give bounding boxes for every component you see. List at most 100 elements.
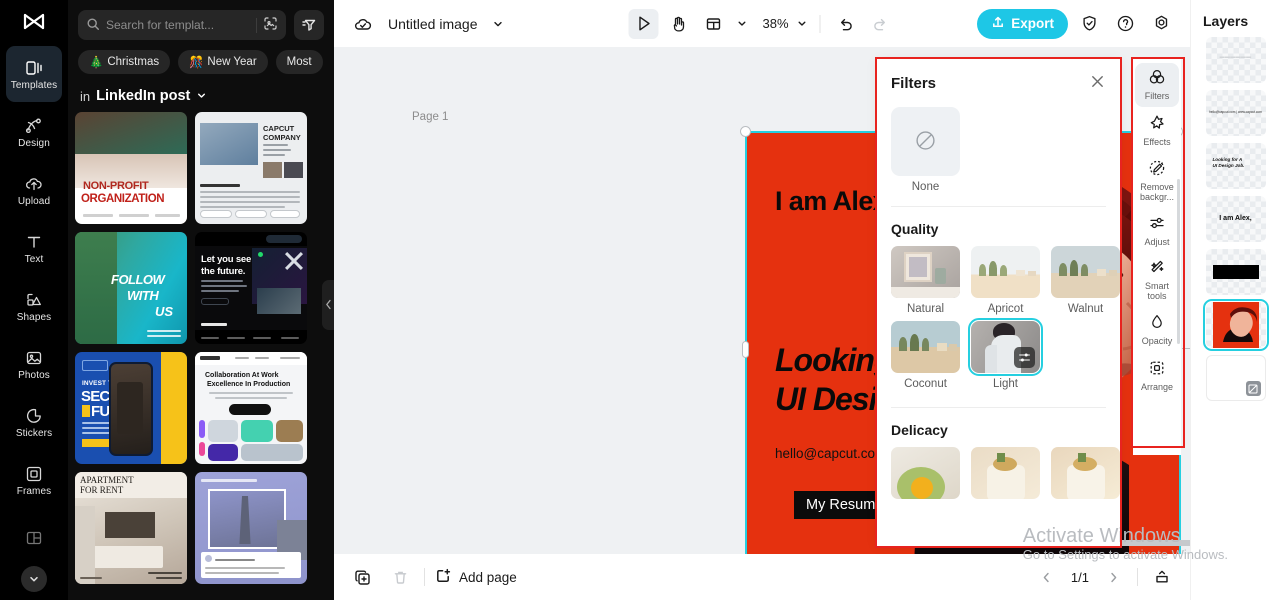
duplicate-page-icon[interactable] <box>348 563 376 591</box>
chevron-down-icon[interactable] <box>733 9 749 39</box>
sidebar-item-photos[interactable]: Photos <box>6 336 62 392</box>
template-card[interactable]: INVEST TODAY! SECURE FUTURE <box>75 352 187 464</box>
close-icon[interactable] <box>1089 73 1106 93</box>
filter-thumb <box>891 321 960 373</box>
tool-filters[interactable]: Filters <box>1135 63 1179 107</box>
sidebar-item-label: Text <box>24 253 44 265</box>
layer-item-button-bar[interactable] <box>1205 249 1266 295</box>
tool-smart-tools[interactable]: Smart tools <box>1135 254 1179 305</box>
chevron-down-icon[interactable] <box>21 566 47 592</box>
filter-none-tile[interactable] <box>891 107 960 176</box>
page-indicator: 1/1 <box>1070 569 1089 585</box>
topbar-right-group: Export <box>977 8 1176 39</box>
filter-walnut[interactable]: Walnut <box>1051 246 1120 315</box>
template-card[interactable] <box>195 472 307 584</box>
layer-item-heading[interactable]: I am Alex, <box>1205 196 1266 242</box>
template-card[interactable]: Let you see the future. <box>195 232 307 344</box>
template-card[interactable]: NON-PROFIT ORGANIZATION <box>75 112 187 224</box>
template-card[interactable]: Collaboration At Work Excellence In Prod… <box>195 352 307 464</box>
chip-christmas[interactable]: 🎄 Christmas <box>78 50 171 74</box>
resize-handle-tl[interactable] <box>740 126 751 137</box>
stickers-icon <box>24 406 44 426</box>
left-nav-items: Templates Design Upload Text Shapes Phot… <box>0 46 68 568</box>
filter-section-title: Delicacy <box>891 422 948 438</box>
sidebar-item-design[interactable]: Design <box>6 104 62 160</box>
tool-remove-background[interactable]: Remove backgr... <box>1135 155 1179 206</box>
chevron-left-icon[interactable] <box>1033 563 1061 591</box>
filter-delicacy-1[interactable] <box>891 447 960 499</box>
category-selector[interactable]: in LinkedIn post <box>68 74 334 112</box>
tool-rail-scrollbar[interactable] <box>1177 179 1180 344</box>
zoom-level[interactable]: 38% <box>762 16 788 31</box>
filter-thumb <box>1051 447 1120 499</box>
layer-item-text-faded[interactable]: ▬▬▬▬▬▬ <box>1205 37 1266 83</box>
hand-icon[interactable] <box>663 9 693 39</box>
tool-adjust[interactable]: Adjust <box>1135 208 1179 252</box>
remove-background-icon <box>1148 159 1166 180</box>
sidebar-item-upload[interactable]: Upload <box>6 162 62 218</box>
filter-coconut[interactable]: Coconut <box>891 321 960 390</box>
photos-icon <box>24 348 44 368</box>
chip-most[interactable]: Most <box>275 50 323 74</box>
chevron-right-icon[interactable] <box>1099 563 1127 591</box>
filter-grid-delicacy <box>891 447 1120 499</box>
divider <box>891 206 1106 207</box>
chevron-down-icon[interactable] <box>794 9 810 39</box>
layer-item-photo[interactable] <box>1202 299 1269 351</box>
tool-arrange[interactable]: Arrange <box>1135 353 1179 397</box>
filter-natural[interactable]: Natural <box>891 246 960 315</box>
trash-icon[interactable] <box>386 563 414 591</box>
layer-thumb-text: Looking for A UI Design Job. <box>1212 157 1245 169</box>
layer-item-subheading[interactable]: Looking for A UI Design Job. <box>1205 143 1266 189</box>
filter-thumb <box>1051 246 1120 298</box>
export-button[interactable]: Export <box>977 8 1068 39</box>
resize-handle-left[interactable] <box>742 341 749 358</box>
shield-icon[interactable] <box>1074 9 1104 39</box>
document-title[interactable]: Untitled image <box>388 16 478 32</box>
chevron-down-icon[interactable] <box>488 9 508 39</box>
image-search-icon[interactable] <box>263 16 278 34</box>
cloud-saved-icon[interactable] <box>348 9 378 39</box>
shapes-icon <box>24 290 44 310</box>
template-card[interactable]: APARTMENT FOR RENT <box>75 472 187 584</box>
cursor-arrow-icon[interactable] <box>628 8 659 39</box>
chip-new-year[interactable]: 🎊 New Year <box>178 50 268 74</box>
sidebar-item-shapes[interactable]: Shapes <box>6 278 62 334</box>
redo-icon[interactable] <box>866 9 896 39</box>
layer-item-background[interactable] <box>1205 355 1266 401</box>
collapse-panel-button[interactable] <box>322 280 334 330</box>
sidebar-item-text[interactable]: Text <box>6 220 62 276</box>
tool-effects[interactable]: Effects <box>1135 109 1179 153</box>
template-card[interactable]: CAPCUT COMPANY <box>195 112 307 224</box>
tool-opacity[interactable]: Opacity <box>1135 307 1179 351</box>
add-page-button[interactable]: Add page <box>435 567 517 587</box>
help-circle-icon[interactable] <box>1110 9 1140 39</box>
tool-label: Arrange <box>1140 381 1174 392</box>
sidebar-item-frames[interactable]: Frames <box>6 452 62 508</box>
tool-label: Opacity <box>1141 335 1173 346</box>
template-card[interactable]: FOLLOW WITH US <box>75 232 187 344</box>
search-icon <box>86 17 100 34</box>
filter-light[interactable]: Light <box>968 318 1043 390</box>
filter-thumb <box>971 447 1040 499</box>
layers-panel: Layers ▬▬▬▬▬▬ hello@capcut.com | www.cap… <box>1190 0 1280 600</box>
design-icon <box>24 116 44 136</box>
layout-icon[interactable] <box>698 9 728 39</box>
filter-apricot[interactable]: Apricot <box>971 246 1040 315</box>
filter-sort-icon[interactable] <box>294 10 324 40</box>
capcut-logo-icon[interactable] <box>0 0 68 46</box>
sidebar-item-label: Shapes <box>16 311 52 323</box>
present-icon[interactable] <box>1148 563 1176 591</box>
search-input[interactable]: Search for templat... <box>78 10 286 40</box>
sidebar-item-templates[interactable]: Templates <box>6 46 62 102</box>
filters-panel-body: None Quality Natural Apricot Walnut Coco… <box>877 107 1120 499</box>
filter-delicacy-3[interactable] <box>1051 447 1120 499</box>
sidebar-item-partial[interactable] <box>6 510 62 566</box>
filter-delicacy-2[interactable] <box>971 447 1040 499</box>
sidebar-item-stickers[interactable]: Stickers <box>6 394 62 450</box>
template-title-line2: the future. <box>201 266 246 277</box>
undo-icon[interactable] <box>831 9 861 39</box>
gear-icon[interactable] <box>1146 9 1176 39</box>
layer-item-contact[interactable]: hello@capcut.com | www.capcut.com <box>1205 90 1266 136</box>
sliders-icon[interactable] <box>1014 347 1035 368</box>
